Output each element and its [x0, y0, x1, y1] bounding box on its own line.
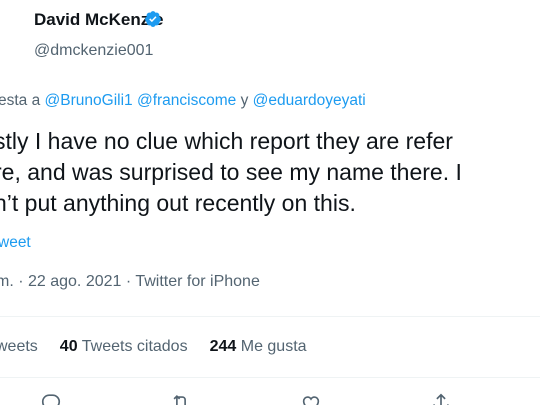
- author-handle[interactable]: @dmckenzie001: [34, 42, 153, 60]
- tweet-text-line: n’t put anything out recently on this.: [0, 190, 356, 216]
- translate-tweet-link[interactable]: weet: [0, 234, 31, 252]
- mention-link[interactable]: @franciscome: [137, 92, 236, 109]
- divider: [0, 316, 540, 317]
- likes-label[interactable]: Me gusta: [241, 338, 307, 355]
- tweet-timestamp[interactable]: m. · 22 ago. 2021 · Twitter for iPhone: [0, 273, 260, 291]
- retweet-icon[interactable]: [170, 392, 192, 405]
- tweet-detail: David McKenzie @dmckenzie001 esta a @Bru…: [0, 0, 540, 405]
- share-icon[interactable]: [430, 392, 452, 405]
- retweets-stat-label[interactable]: weets: [0, 338, 38, 355]
- like-icon[interactable]: [300, 392, 322, 405]
- engagement-stats: weets 40 Tweets citados 244 Me gusta: [0, 338, 307, 356]
- tweet-text-line: re, and was surprised to see my name the…: [0, 159, 462, 185]
- replying-to-conjunction: y: [240, 92, 249, 109]
- verified-badge-icon: [145, 11, 161, 27]
- tweet-text: stly I have no clue which report they ar…: [0, 126, 540, 219]
- replying-to-line: esta a @BrunoGili1 @franciscome y @eduar…: [0, 92, 366, 110]
- tweet-text-line: stly I have no clue which report they ar…: [0, 128, 453, 154]
- mention-link[interactable]: @BrunoGili1: [45, 92, 133, 109]
- quote-count[interactable]: 40: [60, 338, 78, 355]
- likes-count[interactable]: 244: [210, 338, 237, 355]
- replying-to-label: esta a: [0, 92, 41, 109]
- divider: [0, 377, 540, 378]
- mention-link[interactable]: @eduardoyeyati: [253, 92, 366, 109]
- quote-label[interactable]: Tweets citados: [82, 338, 188, 355]
- action-bar: [0, 392, 540, 405]
- reply-icon[interactable]: [40, 392, 62, 405]
